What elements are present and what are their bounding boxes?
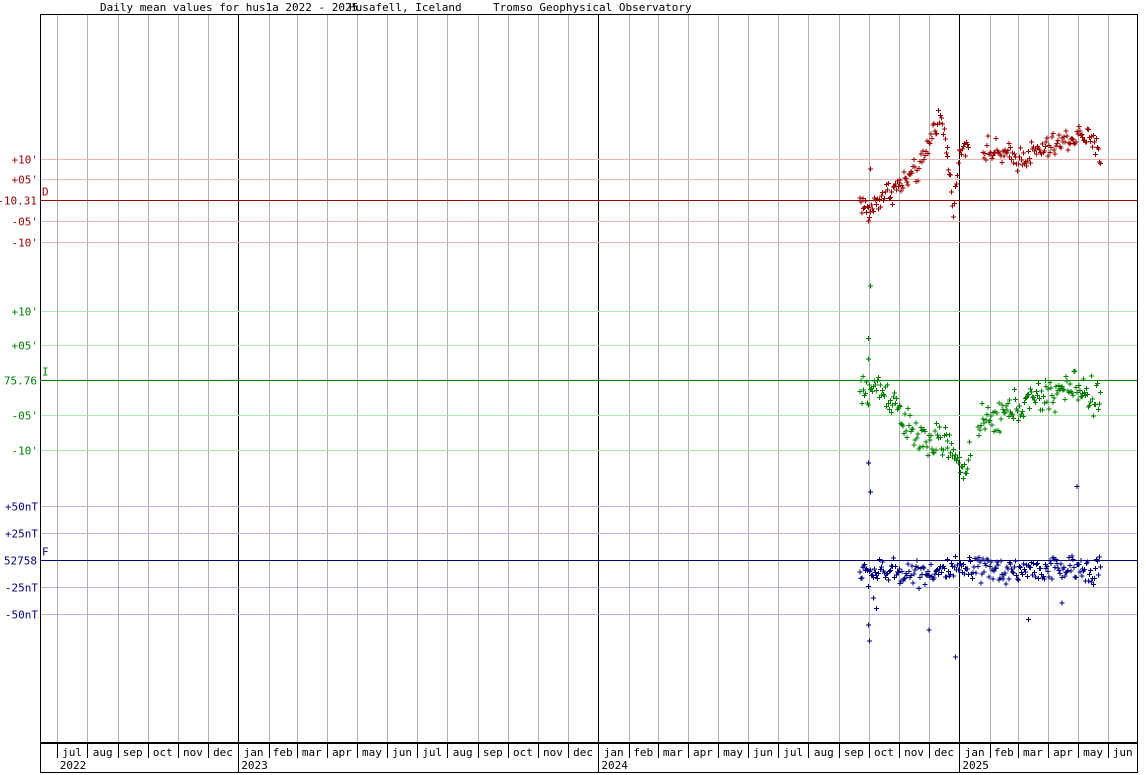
month-label: sep <box>123 746 143 759</box>
month-label: may <box>723 746 743 759</box>
month-label: sep <box>844 746 864 759</box>
baseline-label: -10.31 <box>0 195 37 208</box>
component-label: F <box>42 546 49 559</box>
offset-label: +05' <box>12 174 39 187</box>
month-label: jan <box>604 746 624 759</box>
station-label: Husafell, Iceland <box>349 1 462 14</box>
month-label: mar <box>663 746 683 759</box>
offset-label: -10' <box>12 237 39 250</box>
chart-title: Daily mean values for hus1a 2022 - 2025 <box>100 1 358 14</box>
month-label: aug <box>93 746 113 759</box>
month-label: feb <box>273 746 293 759</box>
component-label: D <box>42 186 49 199</box>
month-label: mar <box>302 746 322 759</box>
month-label: sep <box>483 746 503 759</box>
magnetometer-chart: jul aug sep oct nov dec jan feb mar apr may jun jul a… <box>0 0 1146 775</box>
month-label: oct <box>153 746 173 759</box>
month-label: feb <box>633 746 653 759</box>
month-label: dec <box>213 746 233 759</box>
year-label: 2023 <box>241 759 268 772</box>
month-label: apr <box>1053 746 1073 759</box>
month-label: jun <box>753 746 773 759</box>
offset-label: +50nT <box>5 501 38 514</box>
offset-label: +25nT <box>5 528 38 541</box>
month-label: feb <box>994 746 1014 759</box>
month-label: oct <box>874 746 894 759</box>
month-label: nov <box>543 746 563 759</box>
observatory-label: Tromso Geophysical Observatory <box>493 1 692 14</box>
month-label: apr <box>693 746 713 759</box>
month-label: jun <box>392 746 412 759</box>
year-label: 2025 <box>962 759 989 772</box>
year-label: 2024 <box>601 759 628 772</box>
baseline-label: 52758 <box>4 555 37 568</box>
month-label: dec <box>573 746 593 759</box>
month-label: may <box>1083 746 1103 759</box>
month-label: jul <box>422 746 442 759</box>
offset-label: +10' <box>12 154 39 167</box>
month-label: aug <box>814 746 834 759</box>
month-label: jan <box>244 746 264 759</box>
month-label: jul <box>62 746 82 759</box>
month-label: apr <box>332 746 352 759</box>
baseline-label: 75.76 <box>4 375 37 388</box>
offset-label: -50nT <box>5 609 38 622</box>
month-label: aug <box>453 746 473 759</box>
month-label: dec <box>934 746 954 759</box>
offset-label: -10' <box>12 445 39 458</box>
offset-label: -25nT <box>5 582 38 595</box>
month-label: may <box>362 746 382 759</box>
offset-label: +05' <box>12 340 39 353</box>
offset-label: +10' <box>12 306 39 319</box>
offset-label: -05' <box>12 216 39 229</box>
offset-label: -05' <box>12 410 39 423</box>
year-label: 2022 <box>60 759 87 772</box>
component-label: I <box>42 366 49 379</box>
month-label: jan <box>965 746 985 759</box>
month-label: nov <box>183 746 203 759</box>
month-label: oct <box>513 746 533 759</box>
month-label: jul <box>783 746 803 759</box>
month-label: jun <box>1113 746 1133 759</box>
month-label: nov <box>904 746 924 759</box>
month-label: mar <box>1023 746 1043 759</box>
